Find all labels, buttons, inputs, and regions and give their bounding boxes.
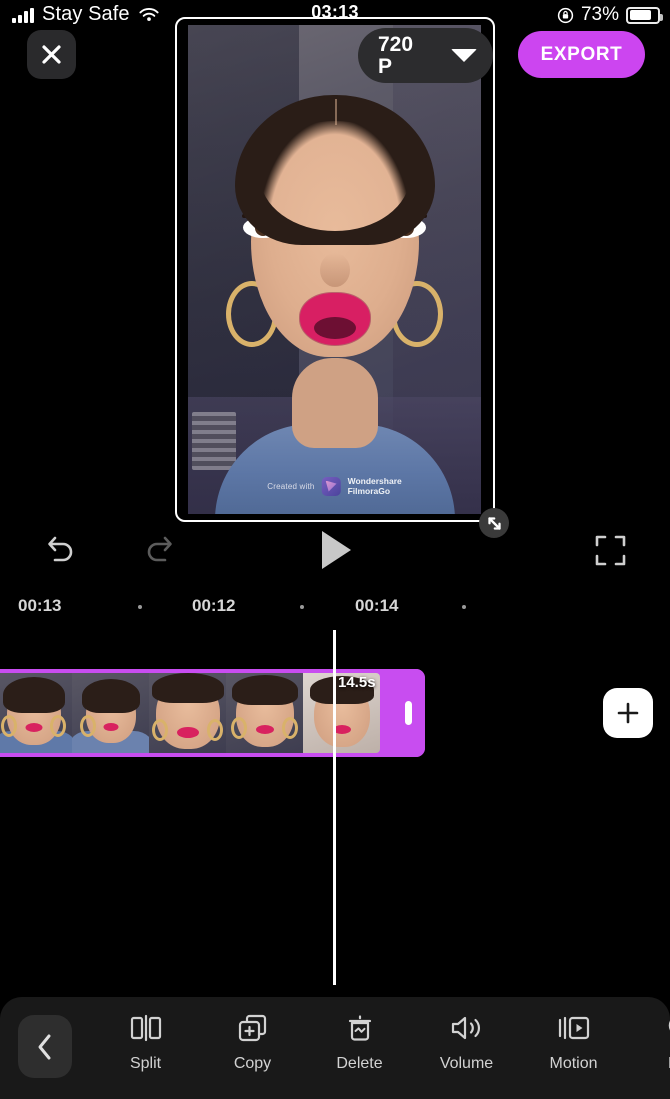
resolution-dropdown[interactable]: 720 P: [358, 28, 493, 83]
undo-button[interactable]: [33, 524, 85, 576]
watermark-brand: Wondershare FilmoraGo: [348, 476, 402, 496]
fullscreen-icon: [595, 535, 625, 565]
clip-thumbnail: [149, 673, 226, 753]
tool-motion[interactable]: Motion: [520, 1011, 627, 1073]
play-button[interactable]: [310, 524, 362, 576]
plus-icon: [617, 702, 639, 724]
rotation-lock-icon: [557, 7, 574, 24]
resolution-label: 720 P: [378, 32, 414, 78]
chevron-down-icon: [451, 49, 477, 62]
timeline-ruler: 00:13 00:12 00:14: [0, 596, 670, 626]
bottom-toolbar: Split Copy Delete Volume Motion: [0, 997, 670, 1099]
tool-rotate[interactable]: Rot: [627, 1011, 670, 1073]
timeline-playhead[interactable]: [333, 630, 336, 985]
ruler-tick-dot: [138, 605, 142, 609]
playback-controls: [0, 524, 670, 576]
ruler-tick-dot: [462, 605, 466, 609]
rotate-icon: [664, 1011, 670, 1045]
export-button[interactable]: EXPORT: [518, 31, 645, 78]
tool-label: Copy: [233, 1055, 272, 1072]
close-icon: [42, 45, 61, 64]
trim-handle-bar: [404, 701, 412, 725]
status-bar-right: 73%: [557, 4, 663, 26]
undo-icon: [48, 536, 73, 562]
ruler-tick-dot: [300, 605, 304, 609]
tool-copy[interactable]: Copy: [199, 1011, 306, 1073]
play-icon: [321, 531, 351, 569]
resolution-value: 720: [378, 32, 414, 56]
ruler-tick-label: 00:12: [192, 596, 236, 615]
tool-label: Delete: [336, 1055, 383, 1072]
add-clip-button[interactable]: [603, 688, 653, 738]
tool-label: Split: [129, 1055, 162, 1072]
clip-trim-handle-right[interactable]: [391, 669, 425, 757]
chevron-left-icon: [38, 1034, 51, 1059]
tool-label: Motion: [549, 1055, 598, 1072]
delete-icon: [344, 1011, 376, 1045]
status-bar: Stay Safe 03:13 73%: [0, 0, 670, 34]
video-frame-image: [188, 25, 481, 514]
fullscreen-button[interactable]: [584, 524, 636, 576]
clip-thumbnail: [226, 673, 303, 753]
motion-icon: [556, 1011, 592, 1045]
ruler-tick-label: 00:14: [355, 596, 399, 615]
watermark-brand-line1: Wondershare: [347, 476, 402, 486]
redo-button[interactable]: [135, 524, 187, 576]
tool-volume[interactable]: Volume: [413, 1011, 520, 1073]
ruler-tick-label: 00:13: [18, 596, 62, 615]
filmorago-logo-icon: [321, 476, 341, 496]
video-preview[interactable]: Created with Wondershare FilmoraGo: [188, 25, 481, 514]
battery-icon: [626, 6, 663, 24]
redo-icon: [147, 536, 172, 562]
battery-percent-label: 73%: [580, 4, 619, 25]
tool-split[interactable]: Split: [92, 1011, 199, 1073]
back-button[interactable]: [18, 1015, 72, 1078]
tool-delete[interactable]: Delete: [306, 1011, 413, 1073]
volume-icon: [449, 1011, 485, 1045]
watermark-created-label: Created with: [267, 481, 315, 491]
resolution-unit: P: [378, 54, 393, 78]
clip-thumbnails: [0, 673, 380, 753]
tool-list: Split Copy Delete Volume Motion: [92, 1011, 670, 1073]
close-button[interactable]: [27, 30, 76, 79]
watermark-brand-line2: FilmoraGo: [347, 486, 391, 496]
clip-thumbnail: [0, 673, 72, 753]
split-icon: [128, 1011, 164, 1045]
watermark: Created with Wondershare FilmoraGo: [267, 476, 401, 496]
copy-icon: [236, 1011, 270, 1045]
clip-thumbnail: [72, 673, 149, 753]
tool-label: Volume: [439, 1055, 494, 1072]
clip-duration-badge: 14.5s: [338, 674, 376, 691]
